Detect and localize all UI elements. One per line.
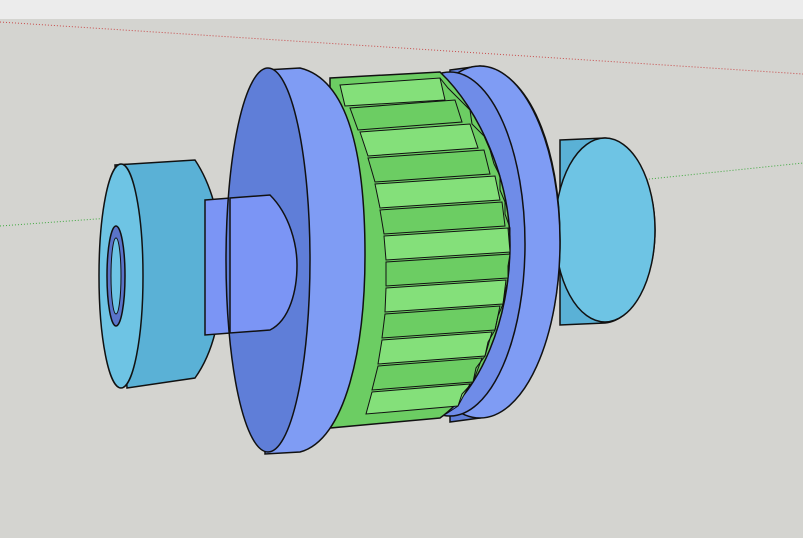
3d-viewport[interactable]	[0, 19, 803, 538]
left-disc[interactable]	[225, 67, 366, 455]
green-axis-line-right	[639, 162, 803, 181]
left-hub[interactable]	[98, 159, 223, 389]
right-hub[interactable]	[554, 137, 656, 326]
modeling-app-window	[0, 0, 803, 538]
toolbar-strip	[0, 0, 803, 19]
red-axis-line	[0, 21, 803, 75]
green-axis-line	[0, 217, 111, 227]
model-canvas[interactable]	[0, 19, 803, 538]
